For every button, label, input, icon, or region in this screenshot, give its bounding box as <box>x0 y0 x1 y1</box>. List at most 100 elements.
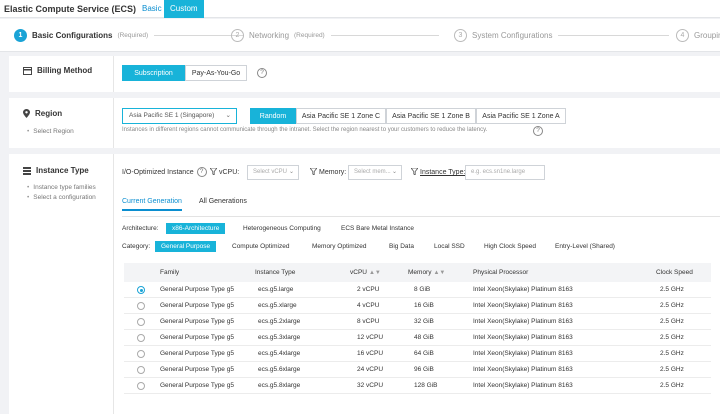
table-row[interactable]: General Purpose Type g5 ecs.g5.8xlarge 32 … <box>124 378 711 394</box>
cell-clock-speed: 2.5 GHz <box>660 366 684 373</box>
billing-help-icon[interactable]: ? <box>257 68 267 78</box>
category-high-clock-speed[interactable]: High Clock Speed <box>478 241 542 252</box>
io-help-icon[interactable]: ? <box>196 167 207 177</box>
cell-clock-speed: 2.5 GHz <box>660 350 684 357</box>
instance-side-item: Select a configuration <box>27 194 96 201</box>
row-radio[interactable] <box>137 382 145 390</box>
sort-icon[interactable]: ▲▼ <box>369 270 381 276</box>
cell-processor: Intel Xeon(Skylake) Platinum 8163 <box>473 382 573 389</box>
instance-type-input[interactable]: e.g. ecs.sn1ne.large <box>465 165 545 180</box>
step-number: 3 <box>454 28 467 42</box>
region-help-icon[interactable]: ? <box>533 126 543 136</box>
step-basic-configurations[interactable]: 1 Basic Configurations (Required) <box>14 28 245 42</box>
table-header: Family Instance Type vCPU ▲▼ Memory ▲▼ Phy… <box>124 263 711 282</box>
cell-clock-speed: 2.5 GHz <box>660 302 684 309</box>
instance-type-placeholder: e.g. ecs.sn1ne.large <box>471 169 526 175</box>
instance-side-item: Instance type families <box>27 184 96 191</box>
category-local-ssd[interactable]: Local SSD <box>428 241 471 252</box>
pay-as-you-go-button[interactable]: Pay-As-You-Go <box>185 65 247 81</box>
section-divider <box>113 56 114 92</box>
row-radio[interactable] <box>137 350 145 358</box>
subscription-button[interactable]: Subscription <box>122 65 185 81</box>
cell-memory: 64 GiB <box>414 350 434 357</box>
cell-clock-speed: 2.5 GHz <box>660 286 684 293</box>
tab-custom[interactable]: Custom <box>164 0 204 18</box>
zone-c-button[interactable]: Asia Pacific SE 1 Zone C <box>296 108 386 124</box>
generation-tabs-underline <box>122 216 720 217</box>
cell-family: General Purpose Type g5 <box>160 382 234 389</box>
category-general-purpose[interactable]: General Purpose <box>155 241 217 252</box>
architecture-bare-metal[interactable]: ECS Bare Metal Instance <box>335 223 420 234</box>
table-row[interactable]: General Purpose Type g5 ecs.g5.2xlarge 8 v… <box>124 314 711 330</box>
tab-all-generations[interactable]: All Generations <box>199 198 247 209</box>
table-row[interactable]: General Purpose Type g5 ecs.g5.4xlarge 16 … <box>124 346 711 362</box>
cell-instance-type: ecs.g5.6xlarge <box>258 366 301 373</box>
map-pin-icon <box>23 109 30 118</box>
zone-a-button[interactable]: Asia Pacific SE 1 Zone A <box>476 108 566 124</box>
billing-title: Billing Method <box>23 66 92 75</box>
row-radio[interactable] <box>137 318 145 326</box>
table-row[interactable]: General Purpose Type g5 ecs.g5.large 2 vCP… <box>124 282 711 298</box>
column-family: Family <box>160 269 180 276</box>
cell-vcpu: 24 vCPU <box>357 366 384 373</box>
row-radio[interactable] <box>137 366 145 374</box>
step-system-configurations[interactable]: 3 System Configurations <box>454 28 670 42</box>
io-optimized-filter[interactable]: I/O-Optimized Instance ? <box>122 167 207 177</box>
region-title-text: Region <box>35 109 63 118</box>
category-memory-optimized[interactable]: Memory Optimized <box>306 241 373 252</box>
cell-family: General Purpose Type g5 <box>160 286 234 293</box>
category-entry-level[interactable]: Entry-Level (Shared) <box>549 241 621 252</box>
sort-icon[interactable]: ▲▼ <box>433 270 445 276</box>
instance-title-text: Instance Type <box>36 166 89 175</box>
row-radio[interactable] <box>137 286 145 294</box>
memory-filter-label: Memory: <box>309 167 346 177</box>
cell-vcpu: 8 vCPU <box>357 318 380 325</box>
column-instance-type: Instance Type <box>255 269 296 276</box>
row-radio[interactable] <box>137 302 145 310</box>
vcpu-select[interactable]: Select vCPU ⌄ <box>247 165 299 180</box>
section-divider <box>113 98 114 148</box>
architecture-x86[interactable]: x86-Architecture <box>166 223 226 234</box>
column-memory-label: Memory <box>408 269 432 276</box>
vcpu-placeholder: Select vCPU <box>253 169 288 175</box>
region-select[interactable]: Asia Pacific SE 1 (Singapore) ⌄ <box>122 108 237 124</box>
row-radio[interactable] <box>137 334 145 342</box>
top-bar: Elastic Compute Service (ECS) Basic Cust… <box>0 0 720 18</box>
tab-current-generation[interactable]: Current Generation <box>122 198 182 211</box>
cell-processor: Intel Xeon(Skylake) Platinum 8163 <box>473 334 573 341</box>
section-divider <box>113 154 114 414</box>
zone-random-button[interactable]: Random <box>250 108 296 124</box>
memory-select[interactable]: Select mem... ⌄ <box>348 165 402 180</box>
cell-memory: 16 GiB <box>414 302 434 309</box>
step-connector <box>558 34 670 36</box>
step-grouping[interactable]: 4 Grouping <box>676 28 720 42</box>
cell-processor: Intel Xeon(Skylake) Platinum 8163 <box>473 318 573 325</box>
table-row[interactable]: General Purpose Type g5 ecs.g5.3xlarge 12 … <box>124 330 711 346</box>
region-section: Region Select Region Asia Pacific SE 1 (… <box>9 98 720 148</box>
column-vcpu[interactable]: vCPU ▲▼ <box>350 269 381 276</box>
column-memory[interactable]: Memory ▲▼ <box>408 269 445 276</box>
vcpu-label: vCPU: <box>219 169 240 176</box>
architecture-heterogeneous[interactable]: Heterogeneous Computing <box>237 223 327 234</box>
cell-family: General Purpose Type g5 <box>160 366 234 373</box>
cell-memory: 48 GiB <box>414 334 434 341</box>
cell-clock-speed: 2.5 GHz <box>660 382 684 389</box>
step-number: 4 <box>676 28 689 42</box>
tab-basic[interactable]: Basic <box>136 0 168 18</box>
cell-family: General Purpose Type g5 <box>160 334 234 341</box>
table-row[interactable]: General Purpose Type g5 ecs.g5.6xlarge 24 … <box>124 362 711 378</box>
category-compute-optimized[interactable]: Compute Optimized <box>226 241 295 252</box>
region-side-item: Select Region <box>27 128 73 135</box>
cell-vcpu: 2 vCPU <box>357 286 380 293</box>
step-networking[interactable]: 2 Networking (Required) <box>231 28 439 42</box>
category-big-data[interactable]: Big Data <box>383 241 420 252</box>
cell-family: General Purpose Type g5 <box>160 318 234 325</box>
column-processor: Physical Processor <box>473 269 529 276</box>
region-select-value: Asia Pacific SE 1 (Singapore) <box>129 112 215 119</box>
zone-b-button[interactable]: Asia Pacific SE 1 Zone B <box>386 108 476 124</box>
step-connector <box>330 34 439 36</box>
cell-vcpu: 4 vCPU <box>357 302 380 309</box>
cell-memory: 96 GiB <box>414 366 434 373</box>
cell-memory: 32 GiB <box>414 318 434 325</box>
table-row[interactable]: General Purpose Type g5 ecs.g5.xlarge 4 vC… <box>124 298 711 314</box>
